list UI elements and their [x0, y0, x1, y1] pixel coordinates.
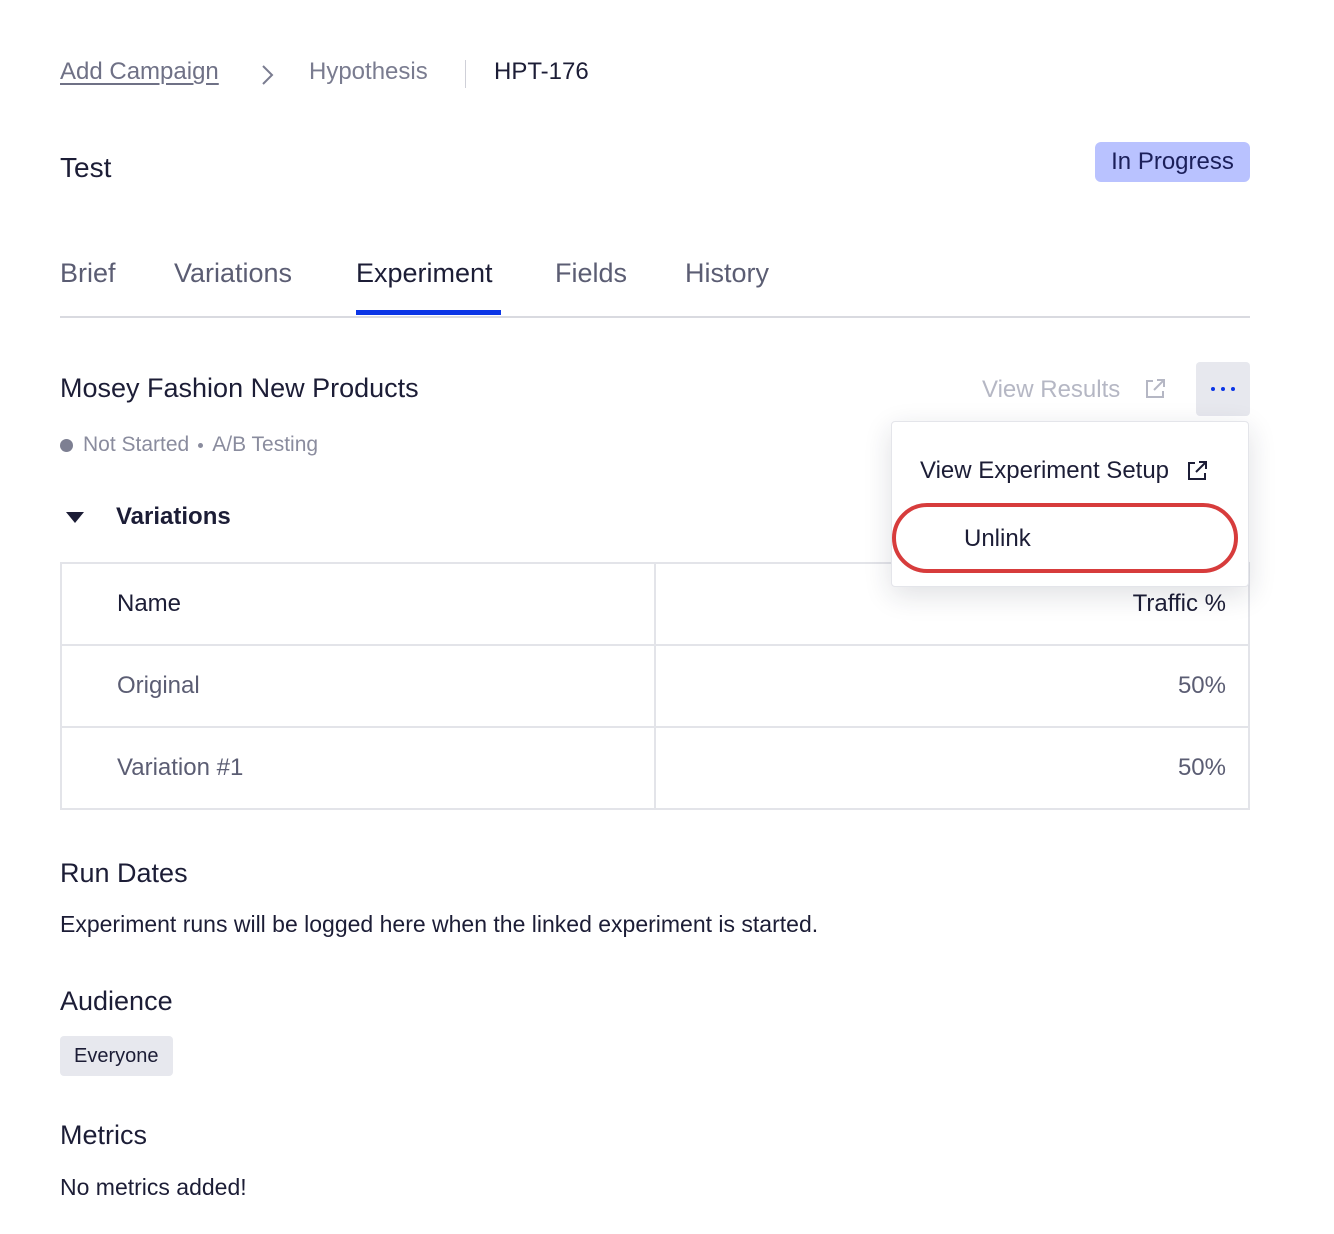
variation-traffic: 50% — [654, 644, 1250, 728]
tab-brief[interactable]: Brief — [60, 258, 116, 289]
experiment-status-line: Not Started A/B Testing — [60, 433, 318, 457]
run-dates-text: Experiment runs will be logged here when… — [60, 911, 819, 937]
audience-title: Audience — [60, 986, 173, 1016]
status-dot-icon — [60, 438, 73, 452]
menu-item-unlink[interactable]: Unlink — [964, 525, 1031, 553]
external-link-icon — [1188, 461, 1208, 480]
chevron-right-icon — [262, 65, 274, 85]
tab-variations[interactable]: Variations — [174, 258, 292, 289]
active-tab-indicator — [356, 310, 501, 315]
variation-traffic: 50% — [654, 726, 1250, 810]
table-row: Variation #1 50% — [60, 726, 1250, 810]
variations-table: Name Traffic % Original 50% Variation #1… — [60, 562, 1250, 810]
experiment-type: A/B Testing — [212, 433, 319, 456]
breadcrumb-divider — [465, 60, 466, 88]
page-title: Test — [60, 152, 112, 183]
metrics-title: Metrics — [60, 1120, 147, 1150]
tab-fields[interactable]: Fields — [555, 258, 627, 289]
more-options-button[interactable] — [1196, 362, 1250, 416]
table-row: Original 50% — [60, 644, 1250, 728]
audience-tag: Everyone — [60, 1036, 173, 1076]
menu-item-label: View Experiment Setup — [920, 457, 1170, 484]
view-results-link[interactable]: View Results — [982, 376, 1120, 404]
status-badge: In Progress — [1095, 142, 1250, 182]
more-dots-icon — [1211, 387, 1215, 391]
variation-name: Variation #1 — [60, 726, 656, 810]
variations-heading: Variations — [116, 503, 231, 530]
separator-dot — [198, 442, 204, 448]
run-dates-title: Run Dates — [60, 858, 188, 888]
tab-bar-divider — [60, 316, 1250, 318]
column-header-name: Name — [60, 562, 656, 646]
breadcrumb-link-add-campaign[interactable]: Add Campaign — [60, 58, 219, 86]
more-dots-icon-part — [1231, 387, 1235, 391]
more-dots-icon-part — [1221, 387, 1225, 391]
more-options-menu: View Experiment Setup Unlink — [891, 421, 1249, 587]
tab-experiment[interactable]: Experiment — [356, 258, 493, 289]
tab-history[interactable]: History — [685, 258, 769, 289]
collapse-caret-icon[interactable] — [66, 512, 84, 523]
experiment-state: Not Started — [83, 433, 190, 456]
variation-name: Original — [60, 644, 656, 728]
metrics-text: No metrics added! — [60, 1174, 247, 1200]
menu-item-view-experiment-setup[interactable]: View Experiment Setup — [920, 457, 1209, 485]
external-link-icon — [1146, 379, 1165, 398]
experiment-title: Mosey Fashion New Products — [60, 373, 419, 403]
breadcrumb-item-hypothesis[interactable]: Hypothesis — [309, 58, 428, 86]
breadcrumb-current: HPT-176 — [494, 58, 589, 85]
